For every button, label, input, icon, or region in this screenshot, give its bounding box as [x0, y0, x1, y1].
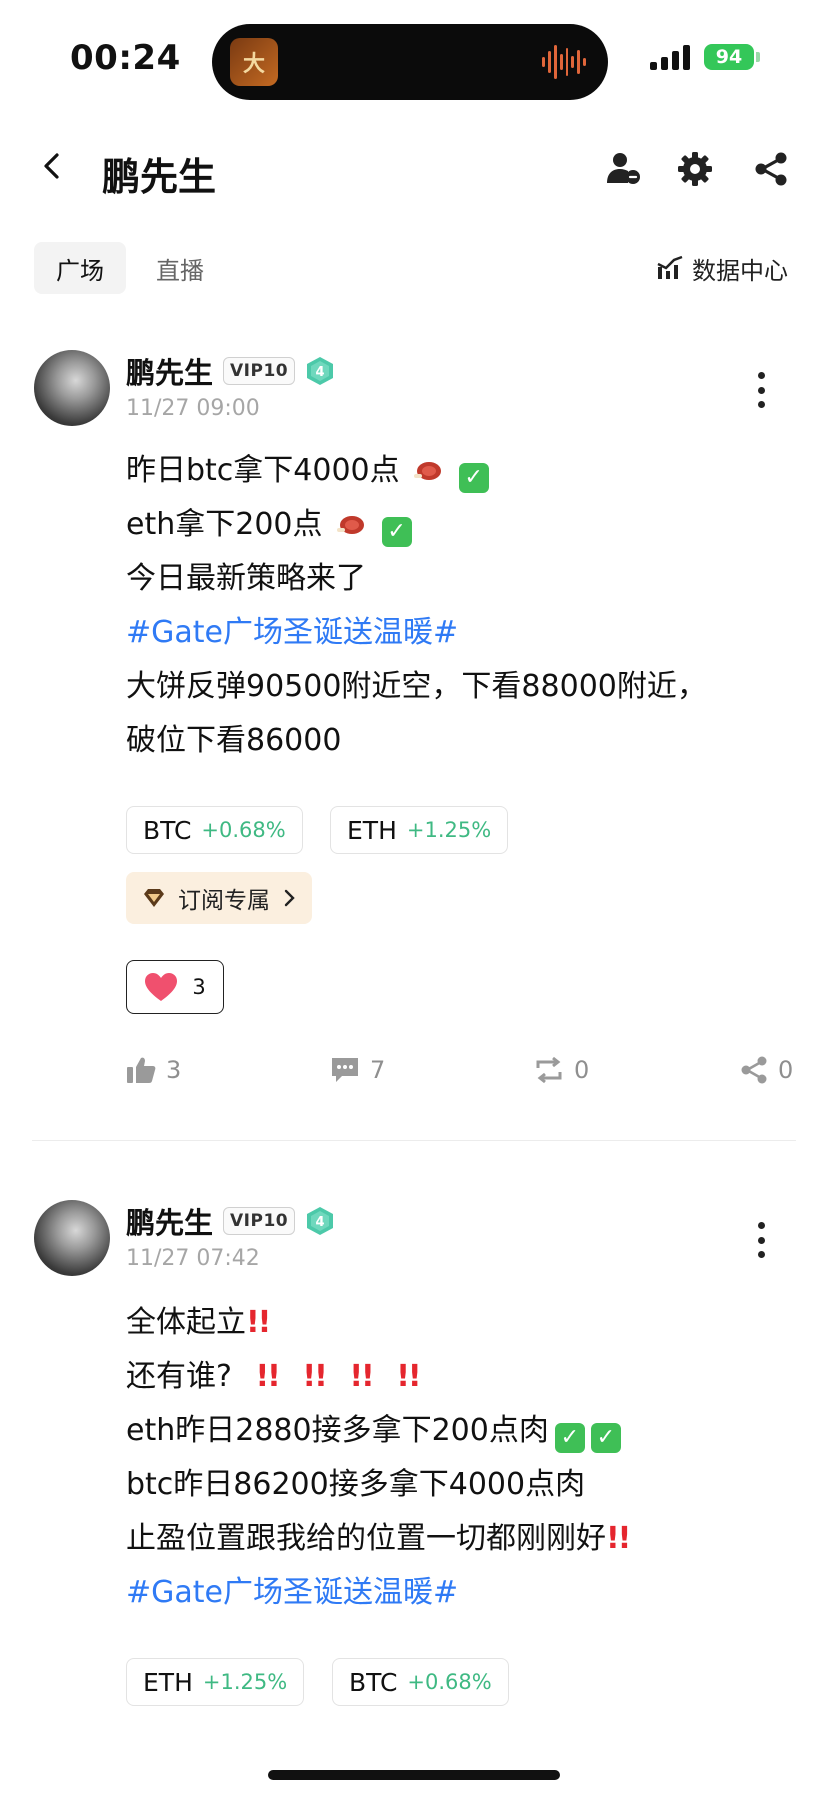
double-exclamation-icon: !! — [349, 1359, 374, 1394]
cellular-signal-icon — [650, 44, 692, 70]
hashtag-link[interactable]: #Gate广场圣诞送温暖# — [126, 1572, 458, 1614]
ticker-symbol: BTC — [143, 815, 192, 845]
post-line-text: eth拿下200点 — [126, 507, 323, 542]
post-line: btc昨日86200接多拿下4000点肉 — [126, 1467, 586, 1502]
thumbs-up-icon — [127, 1057, 156, 1083]
like-button[interactable]: 3 — [126, 1050, 181, 1090]
post-line: 昨日btc拿下4000点 ✓ — [126, 450, 489, 493]
ticker-change: +1.25% — [202, 1670, 288, 1694]
post-line-text: eth昨日2880接多拿下200点肉 — [126, 1413, 549, 1448]
author-name[interactable]: 鹏先生 — [126, 1200, 213, 1242]
diamond-icon — [144, 889, 164, 907]
check-emoji-icon: ✓ — [458, 463, 489, 493]
ticker-symbol: ETH — [347, 815, 397, 845]
ticker-chip-eth[interactable]: ETH +1.25% — [330, 806, 509, 854]
post-line: 还有谁? !! !! !! !! — [126, 1356, 422, 1398]
avatar[interactable] — [34, 1200, 110, 1276]
more-options-icon[interactable] — [756, 372, 766, 408]
data-center-label: 数据中心 — [692, 256, 788, 285]
level-badge-icon: 4 — [307, 357, 334, 385]
repost-icon — [536, 1056, 562, 1084]
post-line: 今日最新策略来了 — [126, 561, 366, 596]
back-arrow-icon[interactable] — [38, 152, 66, 180]
post-author-row: 鹏先生 VIP10 4 — [126, 1200, 335, 1242]
subscribe-label: 订阅专属 — [178, 888, 270, 914]
heart-reaction-button[interactable]: 3 — [126, 960, 224, 1014]
chart-icon — [657, 255, 683, 279]
heart-icon — [145, 973, 178, 1001]
meat-emoji-icon — [337, 516, 365, 534]
vip-badge: VIP10 — [223, 357, 296, 385]
tab-square[interactable]: 广场 — [34, 242, 126, 294]
post-author-row: 鹏先生 VIP10 4 — [126, 350, 335, 392]
avatar[interactable] — [34, 350, 110, 426]
ticker-change: +0.68% — [407, 1670, 492, 1694]
dynamic-island[interactable]: 大 — [212, 24, 608, 100]
tab-live[interactable]: 直播 — [148, 242, 212, 294]
check-emoji-icon: ✓ — [590, 1423, 621, 1453]
repost-button[interactable]: 0 — [534, 1050, 589, 1090]
status-time: 00:24 — [70, 38, 181, 78]
ticker-chip-btc[interactable]: BTC +0.68% — [332, 1658, 509, 1706]
page-title: 鹏先生 — [102, 155, 217, 199]
home-indicator[interactable] — [268, 1770, 560, 1780]
comment-count: 7 — [370, 1056, 386, 1084]
subscribe-exclusive-button[interactable]: 订阅专属 — [126, 872, 312, 924]
ticker-chip-eth[interactable]: ETH +1.25% — [126, 1658, 305, 1706]
user-manage-icon[interactable] — [604, 150, 642, 188]
like-count: 3 — [166, 1056, 182, 1084]
share-post-button[interactable]: 0 — [740, 1050, 793, 1090]
level-number: 4 — [316, 1215, 325, 1230]
ticker-change: +1.25% — [406, 818, 492, 842]
post-divider — [32, 1140, 796, 1141]
post-line: 破位下看86000 — [126, 723, 342, 758]
reaction-count: 3 — [192, 975, 206, 999]
ticker-symbol: BTC — [349, 1667, 398, 1697]
post-line: eth昨日2880接多拿下200点肉 ✓ ✓ — [126, 1410, 621, 1453]
audio-waveform-icon — [542, 42, 586, 82]
comment-icon — [332, 1058, 358, 1082]
post-line-text: 还有谁? — [126, 1359, 232, 1394]
double-exclamation-icon: !! — [396, 1359, 421, 1394]
share-icon — [741, 1056, 767, 1084]
double-exclamation-icon: !! — [255, 1359, 280, 1394]
more-options-icon[interactable] — [756, 1222, 766, 1258]
level-number: 4 — [316, 365, 325, 380]
post-line-text: 止盈位置跟我给的位置一切都刚刚好 — [126, 1521, 606, 1556]
meat-emoji-icon — [414, 462, 442, 480]
ticker-symbol: ETH — [143, 1667, 193, 1697]
share-icon[interactable] — [752, 150, 790, 188]
ticker-change: +0.68% — [201, 818, 286, 842]
post-line-text: 全体起立 — [126, 1305, 246, 1340]
double-exclamation-icon: !! — [302, 1359, 327, 1394]
double-exclamation-icon: !! — [246, 1305, 271, 1340]
post-line: 大饼反弹90500附近空，下看88000附近， — [126, 669, 707, 704]
post-line: eth拿下200点 ✓ — [126, 504, 412, 547]
post-line: 止盈位置跟我给的位置一切都刚刚好!! — [126, 1518, 631, 1560]
post-line: 全体起立!! — [126, 1302, 271, 1344]
check-emoji-icon: ✓ — [554, 1423, 585, 1453]
vip-badge: VIP10 — [223, 1207, 296, 1235]
check-emoji-icon: ✓ — [381, 517, 412, 547]
chevron-right-icon — [284, 889, 295, 907]
double-exclamation-icon: !! — [606, 1521, 631, 1556]
now-playing-app-icon: 大 — [230, 38, 278, 86]
comment-button[interactable]: 7 — [330, 1050, 385, 1090]
author-name[interactable]: 鹏先生 — [126, 350, 213, 392]
battery-indicator: 94 — [704, 44, 754, 70]
level-badge-icon: 4 — [307, 1207, 334, 1235]
post-line-text: 昨日btc拿下4000点 — [126, 453, 400, 488]
post-time: 11/27 09:00 — [126, 396, 260, 421]
ticker-chip-btc[interactable]: BTC +0.68% — [126, 806, 303, 854]
hashtag-link[interactable]: #Gate广场圣诞送温暖# — [126, 612, 458, 654]
settings-gear-icon[interactable] — [676, 150, 714, 188]
data-center-link[interactable]: 数据中心 — [656, 248, 788, 288]
post-time: 11/27 07:42 — [126, 1246, 260, 1271]
share-count: 0 — [778, 1056, 794, 1084]
battery-tip — [756, 52, 760, 62]
repost-count: 0 — [574, 1056, 590, 1084]
